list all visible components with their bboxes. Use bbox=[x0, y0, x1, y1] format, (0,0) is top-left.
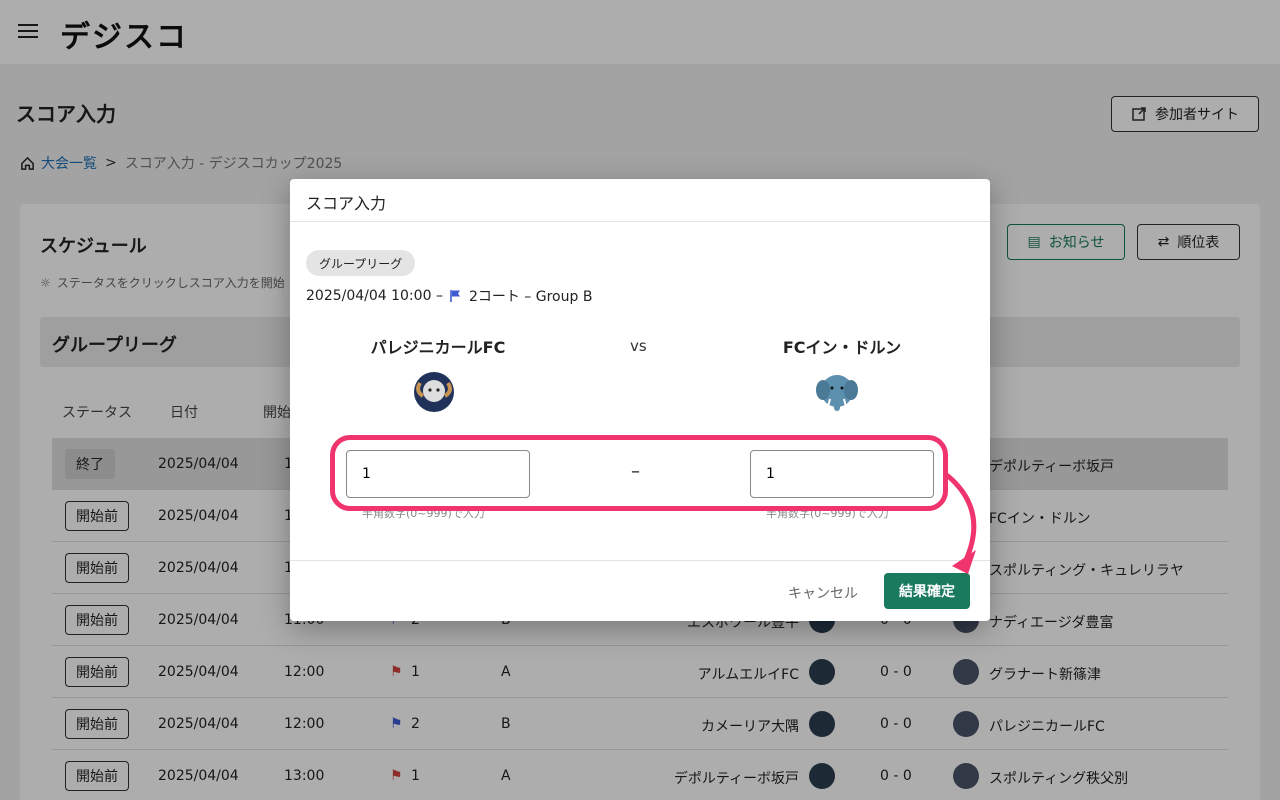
cancel-button[interactable]: キャンセル bbox=[788, 583, 858, 603]
flag-icon bbox=[450, 290, 460, 302]
away-team-name: FCイン・ドルン bbox=[782, 338, 902, 357]
modal-divider bbox=[290, 221, 990, 222]
score-highlight-box bbox=[330, 435, 948, 511]
score-modal: スコア入力 グループリーグ 2025/04/04 10:00 – 2コート – … bbox=[290, 179, 990, 621]
home-team-name: パレジニカールFC bbox=[370, 338, 506, 357]
modal-footer-divider bbox=[290, 560, 990, 561]
vs-label: vs bbox=[630, 337, 647, 355]
group-chip: グループリーグ bbox=[306, 250, 416, 276]
modal-title: スコア入力 bbox=[306, 194, 387, 213]
match-court: 2コート – Group B bbox=[468, 289, 593, 305]
match-datetime: 2025/04/04 10:00 – bbox=[306, 288, 443, 304]
elephant-logo-icon bbox=[816, 375, 858, 411]
annotation-arrow-icon bbox=[945, 473, 977, 574]
ram-logo-icon bbox=[414, 372, 454, 412]
match-info: 2025/04/04 10:00 – 2コート – Group B bbox=[306, 286, 592, 306]
